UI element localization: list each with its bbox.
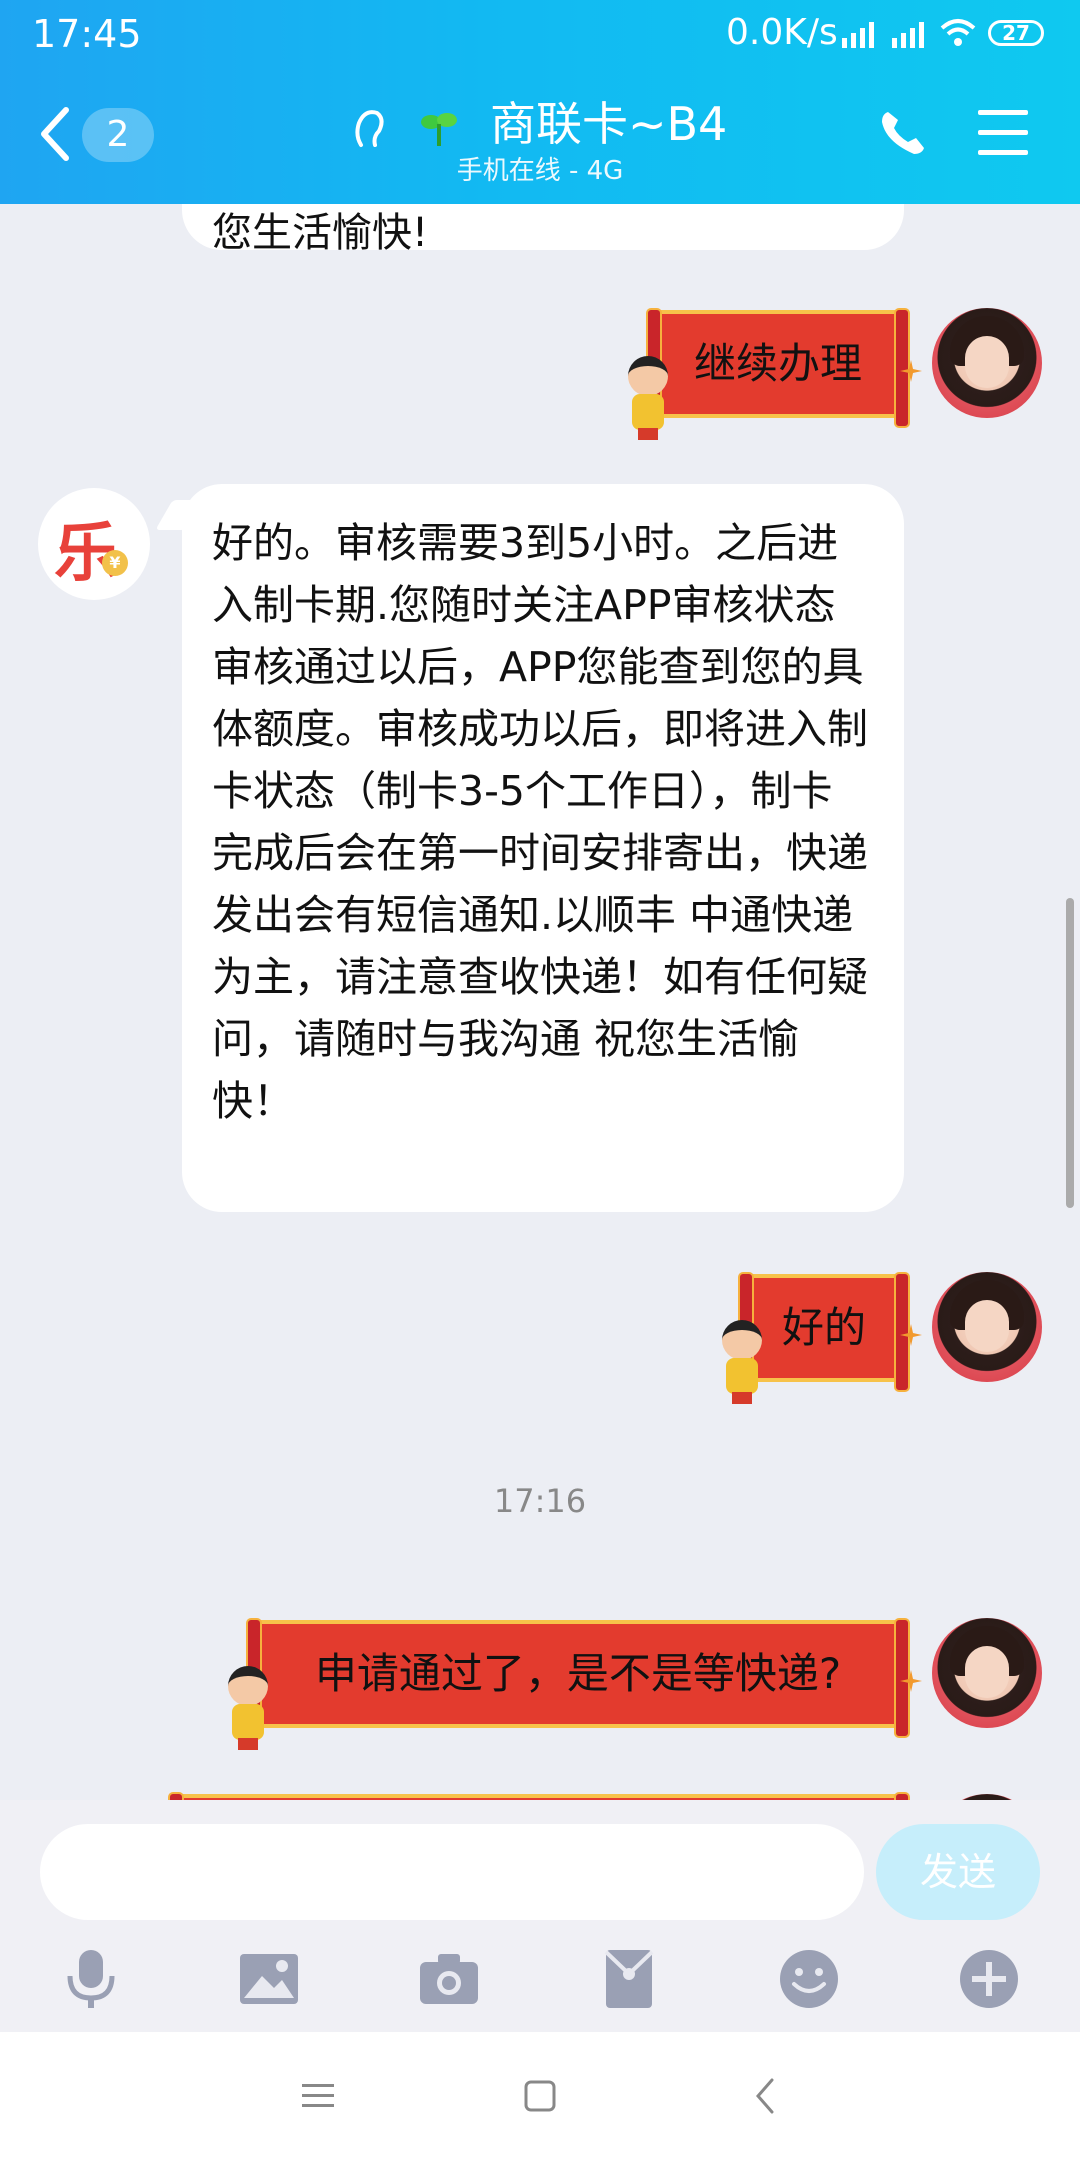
input-bar: 发送: [0, 1800, 1080, 2032]
menu-nav-icon[interactable]: [296, 2074, 340, 2118]
scrollbar[interactable]: [1066, 898, 1074, 1208]
chat-area[interactable]: 您生活愉快! 继续办理 乐 ¥ 好的。审核需要3到5小时。之后进入制卡期.您随时…: [0, 204, 1080, 1800]
firecracker-icon: [900, 1324, 922, 1346]
my-avatar[interactable]: [932, 1618, 1042, 1728]
phone-icon[interactable]: [878, 108, 928, 158]
network-speed: 0.0K/s: [726, 12, 838, 53]
back-nav-icon[interactable]: [744, 2074, 788, 2118]
coin-icon: ¥: [102, 550, 128, 576]
menu-icon[interactable]: [978, 110, 1028, 156]
outgoing-message[interactable]: 继续办理: [646, 308, 910, 428]
my-avatar[interactable]: [932, 1272, 1042, 1382]
status-bar: 17:45 0.0K/s 27: [0, 0, 1080, 68]
camera-icon[interactable]: [416, 1946, 482, 2012]
system-nav-bar: [0, 2032, 1080, 2160]
message-text: 好的。审核需要3到5小时。之后进入制卡期.您随时关注APP审核状态 审核通过以后…: [212, 519, 868, 1125]
incoming-message[interactable]: 好的。审核需要3到5小时。之后进入制卡期.您随时关注APP审核状态 审核通过以后…: [182, 484, 904, 1212]
signal-icon: [842, 22, 874, 48]
leaf-icon: [421, 112, 458, 146]
home-nav-icon[interactable]: [518, 2074, 562, 2118]
chat-header: 17:45 0.0K/s 27 2 商联卡~B4 手机在线 - 4G: [0, 0, 1080, 204]
send-button[interactable]: 发送: [876, 1824, 1040, 1920]
wifi-icon: [940, 19, 976, 46]
message-text: 申请通过了，是不是等快递?: [314, 1649, 842, 1698]
firecracker-icon: [900, 1670, 922, 1692]
time-divider: 17:16: [493, 1482, 587, 1520]
mascot-icon: [222, 1666, 274, 1750]
mascot-icon: [716, 1320, 768, 1404]
contact-avatar-logo: 乐: [54, 517, 118, 591]
ear-icon: [355, 109, 384, 147]
my-avatar[interactable]: [932, 308, 1042, 418]
microphone-icon[interactable]: [58, 1946, 124, 2012]
input-toolbar: [0, 1946, 1080, 2016]
battery-icon: 27: [988, 20, 1044, 46]
outgoing-message[interactable]: 申请通过了，是不是等快递?: [246, 1618, 910, 1738]
contact-avatar[interactable]: 乐 ¥: [38, 488, 150, 600]
message-text: 继续办理: [693, 339, 862, 388]
emoji-icon[interactable]: [776, 1946, 842, 2012]
contact-name: 商联卡~B4: [489, 97, 728, 151]
message-text: 好的: [781, 1303, 866, 1352]
message-input[interactable]: [40, 1824, 864, 1920]
signal-icon-2: [892, 22, 924, 48]
status-time: 17:45: [32, 12, 142, 56]
plus-icon[interactable]: [956, 1946, 1022, 2012]
message-bubble-peek: 您生活愉快!: [182, 204, 904, 256]
red-packet-icon[interactable]: [596, 1946, 662, 2012]
firecracker-icon: [900, 360, 922, 382]
outgoing-message[interactable]: 好的: [738, 1272, 910, 1392]
message-text: 您生活愉快!: [212, 210, 429, 256]
image-icon[interactable]: [236, 1946, 302, 2012]
mascot-icon: [622, 356, 674, 440]
